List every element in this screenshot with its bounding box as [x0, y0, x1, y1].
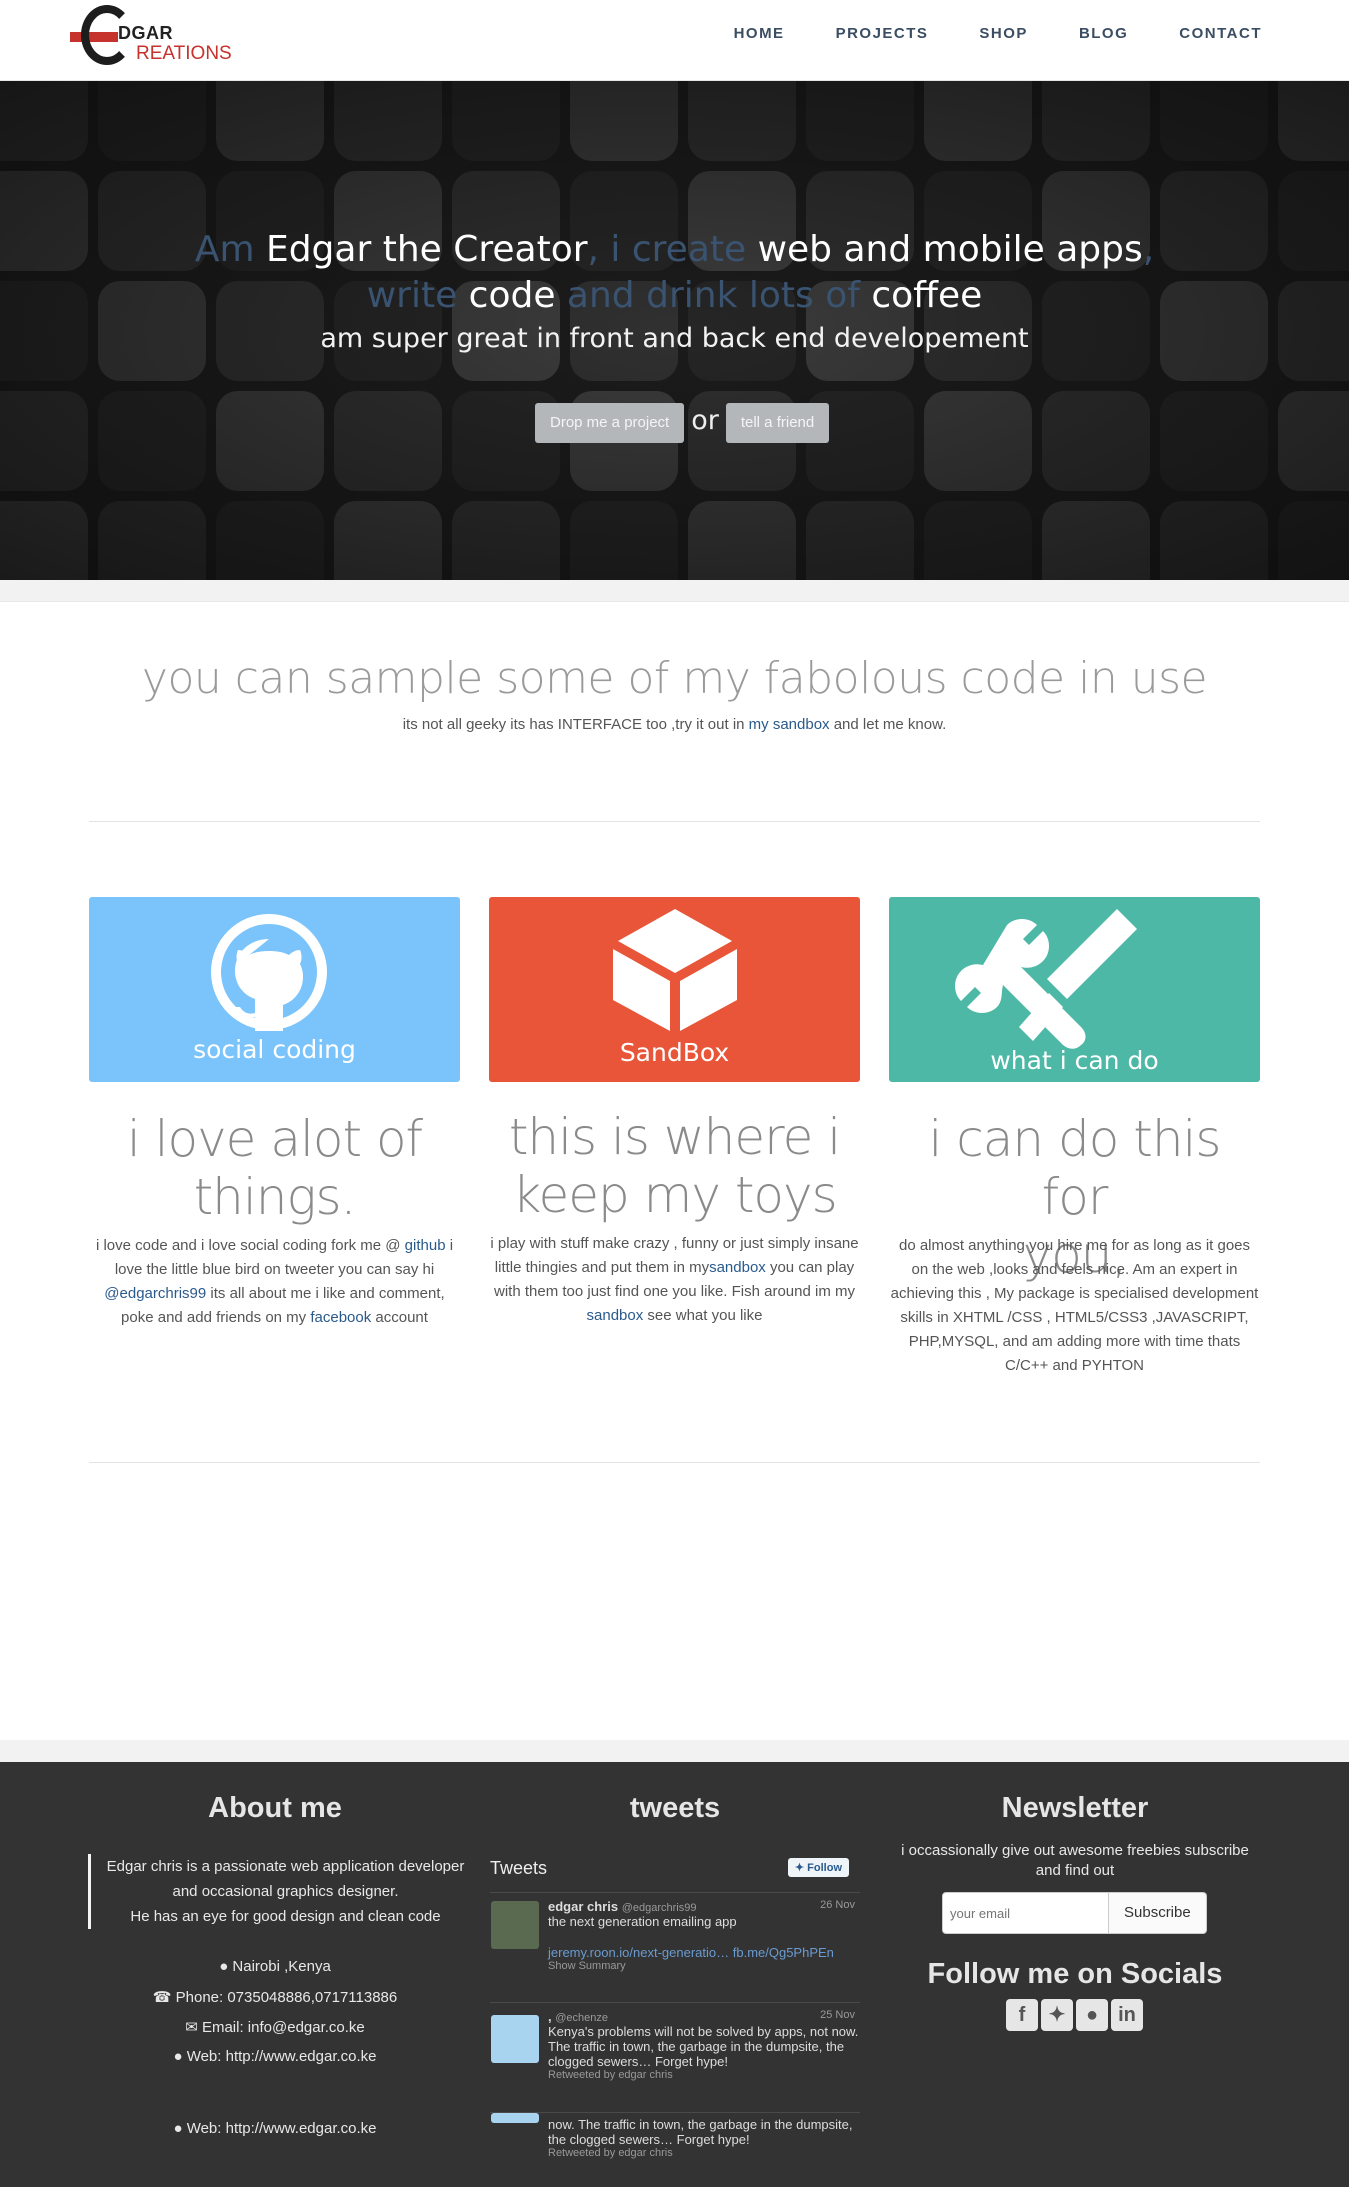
nav-shop[interactable]: SHOP: [979, 25, 1028, 42]
about-title: About me: [208, 1792, 342, 1824]
tweets-title: tweets: [629, 1792, 721, 1824]
sandbox-link[interactable]: sandbox: [587, 1307, 644, 1324]
envelope-icon: ✉: [185, 2019, 202, 2036]
social-coding-card[interactable]: social coding: [89, 897, 460, 1082]
feature-heading: i love alot of things.: [126, 1110, 423, 1226]
footer-divider: [0, 1740, 1349, 1762]
twitter-handle-link[interactable]: @edgarchris99: [104, 1285, 206, 1302]
section-divider: [0, 580, 1349, 602]
nav-blog[interactable]: BLOG: [1079, 25, 1128, 42]
footer: About me Edgar chris is a passionate web…: [0, 1762, 1349, 2187]
globe-icon: ●: [173, 2120, 187, 2137]
newsletter-text: i occassionally give out awesome freebie…: [901, 1842, 1249, 1879]
map-marker-icon: ●: [219, 1958, 233, 1975]
divider-line: [89, 821, 1260, 822]
twitter-bird-icon: ✦: [794, 1862, 808, 1874]
website[interactable]: ● Web: http://www.edgar.co.ke: [40, 2048, 510, 2065]
navbar: DGAR REATIONS HOME PROJECTS SHOP BLOG CO…: [0, 0, 1349, 81]
sample-title: you can sample some of my fabolous code …: [141, 653, 1208, 704]
socials-title: Follow me on Socials: [927, 1958, 1223, 1990]
sample-subtitle: its not all geeky its has INTERFACE too …: [402, 716, 947, 733]
newsletter-form: Subscribe: [942, 1892, 1207, 1934]
hero-tagline: am super great in front and back end dev…: [320, 323, 1029, 354]
tweet-link[interactable]: jeremy.roon.io/next-generatio… fb.me/Qg5…: [548, 1945, 860, 1960]
email-input[interactable]: [942, 1892, 1109, 1934]
nav-projects[interactable]: PROJECTS: [836, 25, 929, 42]
facebook-link[interactable]: facebook: [310, 1309, 371, 1326]
about-quote: Edgar chris is a passionate web applicat…: [88, 1854, 468, 1929]
github-link[interactable]: github: [405, 1237, 446, 1254]
github-icon[interactable]: ●: [1076, 1999, 1108, 2031]
divider-line: [89, 1462, 1260, 1463]
show-summary[interactable]: Show Summary: [548, 1960, 860, 1972]
logo-line-1: DGAR: [118, 23, 173, 43]
facebook-icon[interactable]: f: [1006, 1999, 1038, 2031]
sandbox-link[interactable]: sandbox: [709, 1259, 766, 1276]
main-nav: HOME PROJECTS SHOP BLOG CONTACT: [683, 25, 1262, 42]
avatar: [491, 1901, 539, 1949]
feature-text: i love code and i love social coding for…: [95, 1237, 454, 1326]
linkedin-icon[interactable]: in: [1111, 1999, 1143, 2031]
newsletter-title: Newsletter: [1001, 1792, 1149, 1824]
logo[interactable]: DGAR REATIONS: [70, 5, 232, 67]
tweet[interactable]: edgar chris @edgarchris99 26 Nov the nex…: [490, 1892, 860, 2002]
hero-banner: Am Edgar the Creator, i create web and m…: [0, 81, 1349, 580]
card-label: what i can do: [990, 1046, 1159, 1075]
hero-actions: Drop me a project or tell a friend: [535, 403, 830, 443]
sandbox-link[interactable]: my sandbox: [749, 716, 830, 733]
tell-friend-button[interactable]: tell a friend: [725, 403, 830, 443]
nav-contact[interactable]: CONTACT: [1179, 25, 1262, 42]
card-label: social coding: [193, 1035, 356, 1064]
avatar: [491, 2113, 539, 2123]
phone-icon: ☎: [152, 1989, 176, 2006]
location: ● Nairobi ,Kenya: [219, 1958, 331, 1975]
twitter-icon[interactable]: ✦: [1041, 1999, 1073, 2031]
tweet[interactable]: , @echenze 25 Nov Kenya's problems will …: [490, 2002, 860, 2112]
social-links: f ✦ ● in: [1006, 1999, 1143, 2031]
feature-heading: this is where i keep my toys: [508, 1108, 841, 1224]
card-label: SandBox: [619, 1038, 730, 1067]
what-i-can-do-card[interactable]: what i can do: [889, 897, 1260, 1082]
sandbox-card[interactable]: SandBox: [489, 897, 860, 1082]
globe-icon: ●: [173, 2048, 187, 2065]
drop-project-button[interactable]: Drop me a project: [535, 403, 685, 443]
nav-home[interactable]: HOME: [734, 25, 785, 42]
or-text: or: [691, 404, 719, 436]
email[interactable]: ✉ Email: info@edgar.co.ke: [40, 2018, 510, 2036]
avatar: [491, 2015, 539, 2063]
hero-line-2: write code and drink lots of coffee: [366, 275, 983, 316]
follow-button[interactable]: ✦ Follow: [787, 1858, 849, 1877]
feature-text: do almost anything you hire me for as lo…: [890, 1237, 1259, 1374]
hero-line-1: Am Edgar the Creator, i create web and m…: [194, 229, 1155, 270]
feature-text: i play with stuff make crazy , funny or …: [490, 1235, 859, 1324]
subscribe-button[interactable]: Subscribe: [1109, 1892, 1207, 1934]
tweet[interactable]: now. The traffic in town, the garbage in…: [490, 2112, 860, 2187]
twitter-widget: Tweets ✦ Follow edgar chris @edgarchris9…: [490, 1858, 860, 2187]
website[interactable]: ● Web: http://www.edgar.co.ke: [40, 2120, 510, 2137]
phone: ☎ Phone: 0735048886,0717113886: [152, 1989, 398, 2006]
logo-line-2: REATIONS: [136, 43, 232, 64]
